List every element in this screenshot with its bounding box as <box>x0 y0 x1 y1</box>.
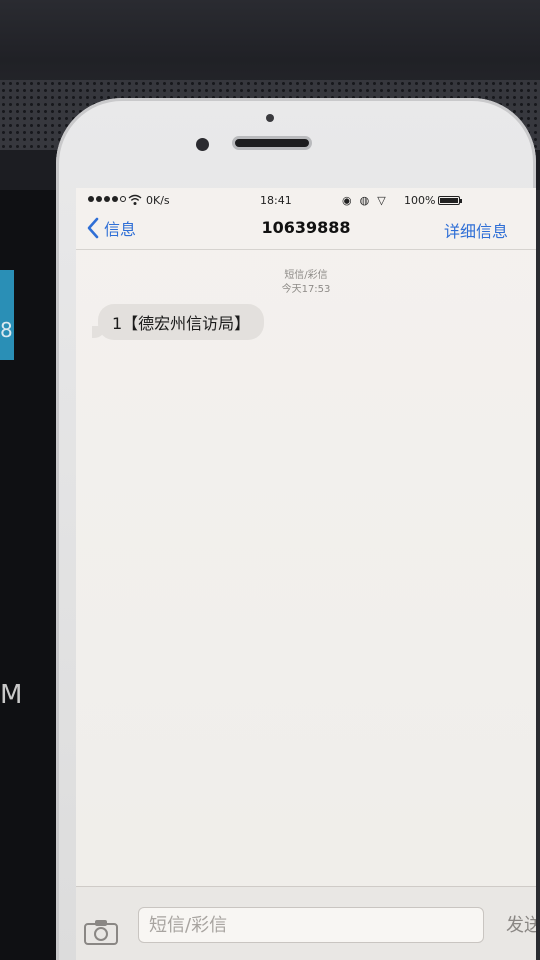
front-camera <box>196 138 209 151</box>
shield-icon: ▽ <box>377 194 386 207</box>
status-bar: 0K/s 18:41 ◉ ◍ ▽ 100% <box>76 188 536 214</box>
message-timestamp: 今天17:53 <box>281 284 331 295</box>
phone-screen: 0K/s 18:41 ◉ ◍ ▽ 100% 10639888 信息 详细信息 短… <box>76 188 536 960</box>
left-blue-key: 8 <box>0 270 14 360</box>
incoming-message-bubble[interactable]: 1【德宏州信访局】 <box>98 304 265 340</box>
battery-percent: 100% <box>404 194 436 207</box>
phone-body: 0K/s 18:41 ◉ ◍ ▽ 100% 10639888 信息 详细信息 短… <box>56 98 536 960</box>
network-speed: 0K/s <box>146 194 170 207</box>
wifi-icon <box>128 194 142 205</box>
camera-icon[interactable] <box>84 919 118 945</box>
message-input[interactable] <box>138 907 484 943</box>
proximity-sensor <box>266 114 274 122</box>
navigation-bar: 10639888 信息 详细信息 <box>76 214 536 250</box>
chevron-left-icon <box>87 217 99 239</box>
details-button[interactable]: 详细信息 <box>444 218 508 242</box>
earpiece-speaker <box>232 136 312 150</box>
message-type-label: 短信/彩信 <box>284 270 328 281</box>
signal-strength-icon <box>88 196 126 202</box>
back-button-label: 信息 <box>104 220 137 239</box>
left-key-digit: 8 <box>0 318 13 342</box>
send-button[interactable]: 发送 <box>506 911 536 937</box>
alarm-icon: ◍ <box>359 194 370 207</box>
battery-icon <box>438 196 462 205</box>
location-icon: ◉ <box>342 194 352 207</box>
battery-fill <box>440 198 458 203</box>
message-composer: 发送 <box>76 886 536 960</box>
back-button[interactable]: 信息 <box>86 216 136 240</box>
left-key-letter: M <box>0 680 23 710</box>
status-time: 18:41 <box>260 194 292 207</box>
